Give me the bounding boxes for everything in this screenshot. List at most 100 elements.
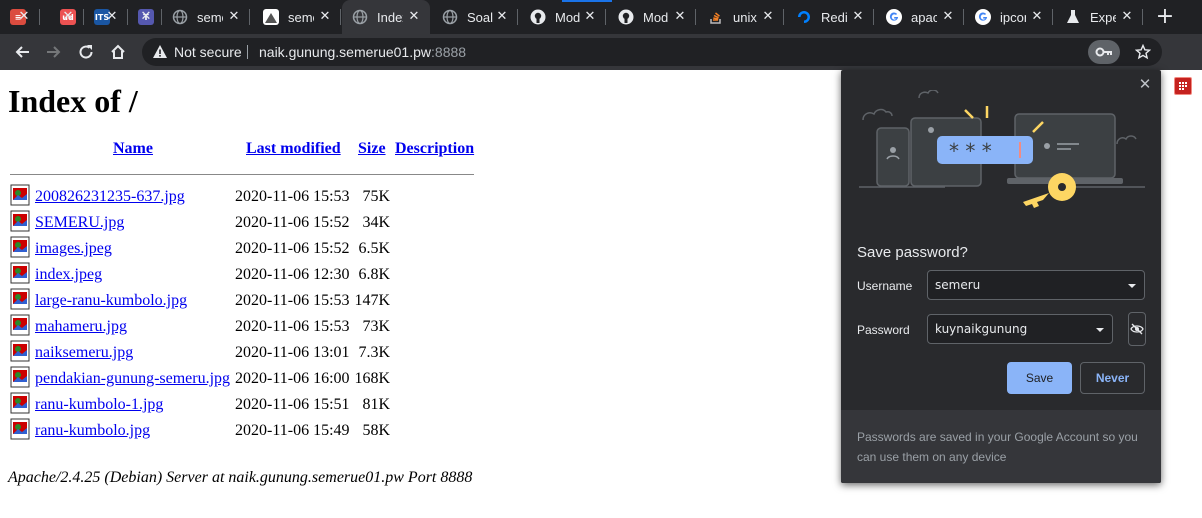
file-link[interactable]: index.jpeg bbox=[35, 266, 102, 284]
username-value: semeru bbox=[935, 278, 981, 292]
file-link[interactable]: ranu-kumbolo-1.jpg bbox=[35, 396, 163, 414]
github-icon bbox=[530, 9, 546, 25]
close-tab-icon[interactable]: ✕ bbox=[226, 9, 242, 25]
tab-separator bbox=[963, 9, 964, 25]
tab-separator bbox=[340, 9, 341, 25]
file-size: 6.8K bbox=[358, 266, 390, 283]
dialog-footer: Passwords are saved in your Google Accou… bbox=[841, 410, 1161, 483]
file-modified: 2020-11-06 16:00 bbox=[235, 370, 350, 387]
file-size: 75K bbox=[362, 188, 390, 205]
forward-button[interactable] bbox=[40, 38, 68, 66]
table-row: SEMERU.jpg 2020-11-06 15:52 34K bbox=[10, 210, 480, 236]
browser-tab[interactable]: Experiments✕ bbox=[1055, 0, 1143, 34]
username-field[interactable]: semeru bbox=[927, 270, 1145, 300]
new-tab-button[interactable]: + bbox=[1152, 4, 1178, 30]
tab-title: Redirect bbox=[821, 9, 847, 25]
close-tab-icon[interactable]: ✕ bbox=[138, 9, 154, 25]
tab-title: unix bbox=[733, 9, 757, 25]
browser-tab[interactable]: ITSITS✕ bbox=[84, 0, 128, 34]
username-label: Username bbox=[857, 279, 913, 293]
home-button[interactable] bbox=[104, 38, 132, 66]
save-button[interactable]: Save bbox=[1007, 362, 1072, 394]
tab-title: apache bbox=[911, 9, 937, 25]
table-row: large-ranu-kumbolo.jpg 2020-11-06 15:53 14… bbox=[10, 288, 480, 314]
never-button[interactable]: Never bbox=[1080, 362, 1145, 394]
toggle-password-visibility-button[interactable] bbox=[1128, 312, 1146, 346]
key-icon bbox=[1095, 47, 1112, 57]
column-header-size[interactable]: Size bbox=[358, 140, 386, 158]
browser-tab[interactable]: semeru✕ bbox=[162, 0, 250, 34]
browser-tab[interactable]: ududemy✕ bbox=[50, 0, 84, 34]
file-link[interactable]: pendakian-gunung-semeru.jpg bbox=[35, 370, 230, 388]
image-file-icon bbox=[10, 236, 30, 258]
close-tab-icon[interactable]: ✕ bbox=[104, 9, 120, 25]
column-header-name[interactable]: Name bbox=[113, 140, 153, 158]
masked-password-illustration: * * * bbox=[949, 139, 992, 163]
dialog-title: Save password? bbox=[857, 244, 968, 261]
column-header-last-modified[interactable]: Last modified bbox=[246, 140, 341, 158]
extension-button[interactable] bbox=[1174, 77, 1192, 95]
globe-icon bbox=[442, 9, 458, 25]
url-host: naik.gunung.semerue01.pw bbox=[259, 44, 432, 60]
column-header-description[interactable]: Description bbox=[395, 140, 474, 158]
url-port: :8888 bbox=[431, 44, 467, 60]
file-link[interactable]: large-ranu-kumbolo.jpg bbox=[35, 292, 187, 310]
file-link[interactable]: images.jpeg bbox=[35, 240, 112, 258]
close-tab-icon[interactable]: ✕ bbox=[317, 9, 333, 25]
browser-tab[interactable]: apache✕ bbox=[876, 0, 964, 34]
back-arrow-icon bbox=[15, 46, 29, 58]
home-icon bbox=[111, 44, 125, 59]
close-tab-icon[interactable]: ✕ bbox=[582, 9, 598, 25]
browser-tab[interactable]: Redirect✕ bbox=[786, 0, 874, 34]
browser-tab[interactable]: Modul✕ bbox=[520, 0, 606, 34]
close-tab-icon[interactable]: ✕ bbox=[1029, 9, 1045, 25]
close-tab-icon[interactable]: ✕ bbox=[672, 9, 688, 25]
globe-icon bbox=[352, 9, 368, 25]
bookmark-star-button[interactable] bbox=[1132, 41, 1154, 63]
address-bar[interactable]: Not secure naik.gunung.semerue01.pw:8888 bbox=[142, 38, 1162, 66]
file-size: 147K bbox=[354, 292, 390, 309]
file-link[interactable]: naiksemeru.jpg bbox=[35, 344, 133, 362]
close-tab-icon[interactable]: ✕ bbox=[760, 9, 776, 25]
reload-icon bbox=[79, 45, 93, 59]
browser-tab[interactable]: Index of /✕ bbox=[342, 0, 430, 34]
file-link[interactable]: mahameru.jpg bbox=[35, 318, 127, 336]
table-row: mahameru.jpg 2020-11-06 15:53 73K bbox=[10, 314, 480, 340]
forward-arrow-icon bbox=[47, 46, 61, 58]
password-key-button[interactable] bbox=[1088, 40, 1120, 64]
tab-separator bbox=[39, 9, 40, 25]
table-row: index.jpeg 2020-11-06 12:30 6.8K bbox=[10, 262, 480, 288]
browser-tab[interactable]: ≡semeru✕ bbox=[0, 0, 40, 34]
image-file-icon bbox=[10, 262, 30, 284]
browser-tab[interactable]: unix ✕ bbox=[698, 0, 784, 34]
file-link[interactable]: ranu-kumbolo.jpg bbox=[35, 422, 150, 440]
close-tab-icon[interactable]: ✕ bbox=[60, 9, 76, 25]
close-tab-icon[interactable]: ✕ bbox=[16, 9, 32, 25]
warning-icon[interactable] bbox=[152, 44, 168, 60]
close-tab-icon[interactable]: ✕ bbox=[494, 9, 510, 25]
password-field[interactable]: kuynaikgunung bbox=[927, 314, 1113, 344]
file-modified: 2020-11-06 15:53 bbox=[235, 188, 350, 205]
close-tab-icon[interactable]: ✕ bbox=[406, 9, 422, 25]
browser-tab[interactable]: semeru✕ bbox=[253, 0, 341, 34]
url-text[interactable]: naik.gunung.semerue01.pw:8888 bbox=[259, 44, 466, 60]
reload-button[interactable] bbox=[72, 38, 100, 66]
close-tab-icon[interactable]: ✕ bbox=[850, 9, 866, 25]
back-button[interactable] bbox=[8, 38, 36, 66]
tab-separator bbox=[605, 9, 606, 25]
star-icon bbox=[1135, 44, 1151, 60]
close-tab-icon[interactable]: ✕ bbox=[1119, 9, 1135, 25]
browser-tab[interactable]: ipconfig✕ bbox=[965, 0, 1053, 34]
browser-tab[interactable]: Soal ✕ bbox=[432, 0, 518, 34]
password-label: Password bbox=[857, 323, 910, 337]
security-status[interactable]: Not secure bbox=[174, 44, 242, 60]
file-link[interactable]: 200826231235-637.jpg bbox=[35, 188, 185, 206]
browser-tab[interactable]: TTeams✕ bbox=[128, 0, 162, 34]
tab-title: Index of / bbox=[377, 9, 403, 25]
browser-tab[interactable]: Modul✕ bbox=[608, 0, 696, 34]
table-row: ranu-kumbolo-1.jpg 2020-11-06 15:51 81K bbox=[10, 392, 480, 418]
page-title: Index of / bbox=[8, 83, 138, 119]
file-link[interactable]: SEMERU.jpg bbox=[35, 214, 124, 232]
close-tab-icon[interactable]: ✕ bbox=[940, 9, 956, 25]
image-file-icon bbox=[10, 418, 30, 440]
